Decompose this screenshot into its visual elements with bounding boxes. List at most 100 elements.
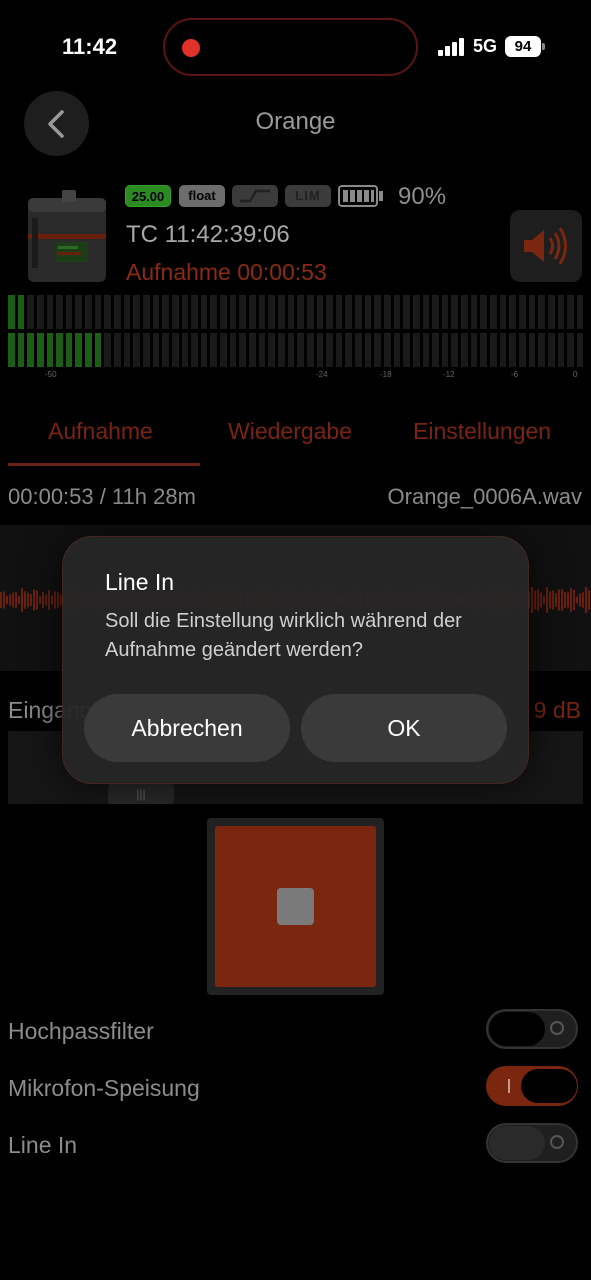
meter-segment [335, 333, 343, 367]
meter-segment [432, 295, 439, 329]
meter-segment [374, 333, 381, 367]
meter-segment [162, 295, 169, 329]
waveform-sample [579, 593, 581, 607]
waveform-sample [45, 594, 47, 606]
meter-segment [268, 295, 275, 329]
monitor-speaker-button[interactable] [510, 210, 582, 282]
meter-segment [239, 295, 247, 329]
meter-segment [412, 295, 420, 329]
input-gain-handle[interactable]: ||| [108, 784, 174, 804]
waveform-sample [18, 596, 20, 604]
limiter-badge: LIM [285, 185, 331, 207]
line-in-label: Line In [8, 1132, 78, 1158]
meter-segment [258, 295, 266, 329]
meter-scale-label: -50 [45, 370, 57, 379]
meter-segment [326, 295, 333, 329]
meter-segment [36, 295, 44, 329]
meter-segment [393, 333, 401, 367]
tab-einstellungen[interactable]: Einstellungen [413, 418, 551, 445]
waveform-sample [537, 588, 539, 612]
network-type: 5G [473, 36, 498, 56]
waveform-sample [540, 592, 542, 608]
meter-segment [75, 295, 83, 329]
meter-segment [277, 295, 285, 329]
meter-segment [306, 295, 314, 329]
recorder-device-image [28, 190, 106, 282]
waveform-sample [534, 590, 536, 610]
meter-segment [461, 295, 468, 329]
meter-segment [297, 333, 304, 367]
meter-segment [499, 333, 507, 367]
recording-time: Aufnahme 00:00:53 [126, 259, 327, 285]
meter-segment [75, 333, 83, 367]
recording-filename: Orange_0006A.wav [387, 484, 582, 509]
meter-segment [191, 333, 198, 367]
tab-wiedergabe[interactable]: Wiedergabe [228, 418, 352, 445]
meter-segment [576, 295, 584, 329]
waveform-sample [531, 587, 533, 613]
phantom-power-toggle[interactable] [486, 1066, 578, 1106]
ok-button[interactable]: OK [301, 694, 507, 762]
waveform-sample [42, 592, 44, 608]
meter-segment [509, 295, 516, 329]
meter-segment [210, 333, 218, 367]
timecode: TC 11:42:39:06 [126, 221, 290, 248]
meter-segment [335, 295, 343, 329]
line-in-toggle[interactable] [486, 1123, 578, 1163]
meter-segment [480, 295, 488, 329]
meter-segment [114, 333, 121, 367]
meter-segment [258, 333, 266, 367]
battery-nub [542, 43, 545, 50]
waveform-sample [30, 594, 32, 606]
highpass-badge [232, 185, 278, 207]
meter-segment [518, 295, 526, 329]
meter-segment [355, 295, 362, 329]
waveform-sample [564, 591, 566, 609]
tab-aufnahme[interactable]: Aufnahme [48, 418, 153, 445]
meter-segment [364, 295, 372, 329]
meter-segment [277, 333, 285, 367]
waveform-sample [0, 592, 2, 608]
meter-segment [567, 295, 574, 329]
meter-segment [538, 295, 545, 329]
waveform-sample [561, 589, 563, 611]
waveform-sample [555, 593, 557, 607]
meter-segment [142, 333, 150, 367]
meter-scale-label: -24 [316, 370, 328, 379]
meter-segment [403, 333, 410, 367]
meter-segment [306, 333, 314, 367]
meter-segment [85, 333, 92, 367]
meter-segment [297, 295, 304, 329]
meter-segment [200, 333, 208, 367]
dynamic-island [163, 18, 418, 76]
meter-segment [249, 295, 256, 329]
meter-segment [162, 333, 169, 367]
meter-segment [470, 333, 478, 367]
meter-segment [181, 295, 189, 329]
waveform-sample [15, 591, 17, 609]
meter-scale-label: -18 [380, 370, 392, 379]
highpass-icon [240, 189, 270, 203]
phantom-power-label: Mikrofon-Speisung [8, 1075, 200, 1101]
meter-segment [123, 295, 131, 329]
highpass-filter-toggle[interactable] [486, 1009, 578, 1049]
waveform-sample [57, 592, 59, 608]
meter-segment [287, 295, 295, 329]
meter-segment [383, 295, 391, 329]
meter-segment [412, 333, 420, 367]
frame-rate-badge: 25.00 [125, 185, 171, 207]
waveform-sample [576, 596, 578, 604]
meter-segment [27, 333, 34, 367]
meter-segment [422, 295, 430, 329]
cancel-button[interactable]: Abbrechen [84, 694, 290, 762]
meter-segment [547, 295, 555, 329]
meter-segment [65, 333, 73, 367]
meter-segment [171, 295, 179, 329]
meter-segment [8, 295, 15, 329]
waveform-sample [585, 587, 587, 613]
waveform-sample [39, 596, 41, 604]
meter-segment [287, 333, 295, 367]
meter-segment [36, 333, 44, 367]
meter-scale-label: -12 [443, 370, 455, 379]
meter-segment [345, 295, 353, 329]
